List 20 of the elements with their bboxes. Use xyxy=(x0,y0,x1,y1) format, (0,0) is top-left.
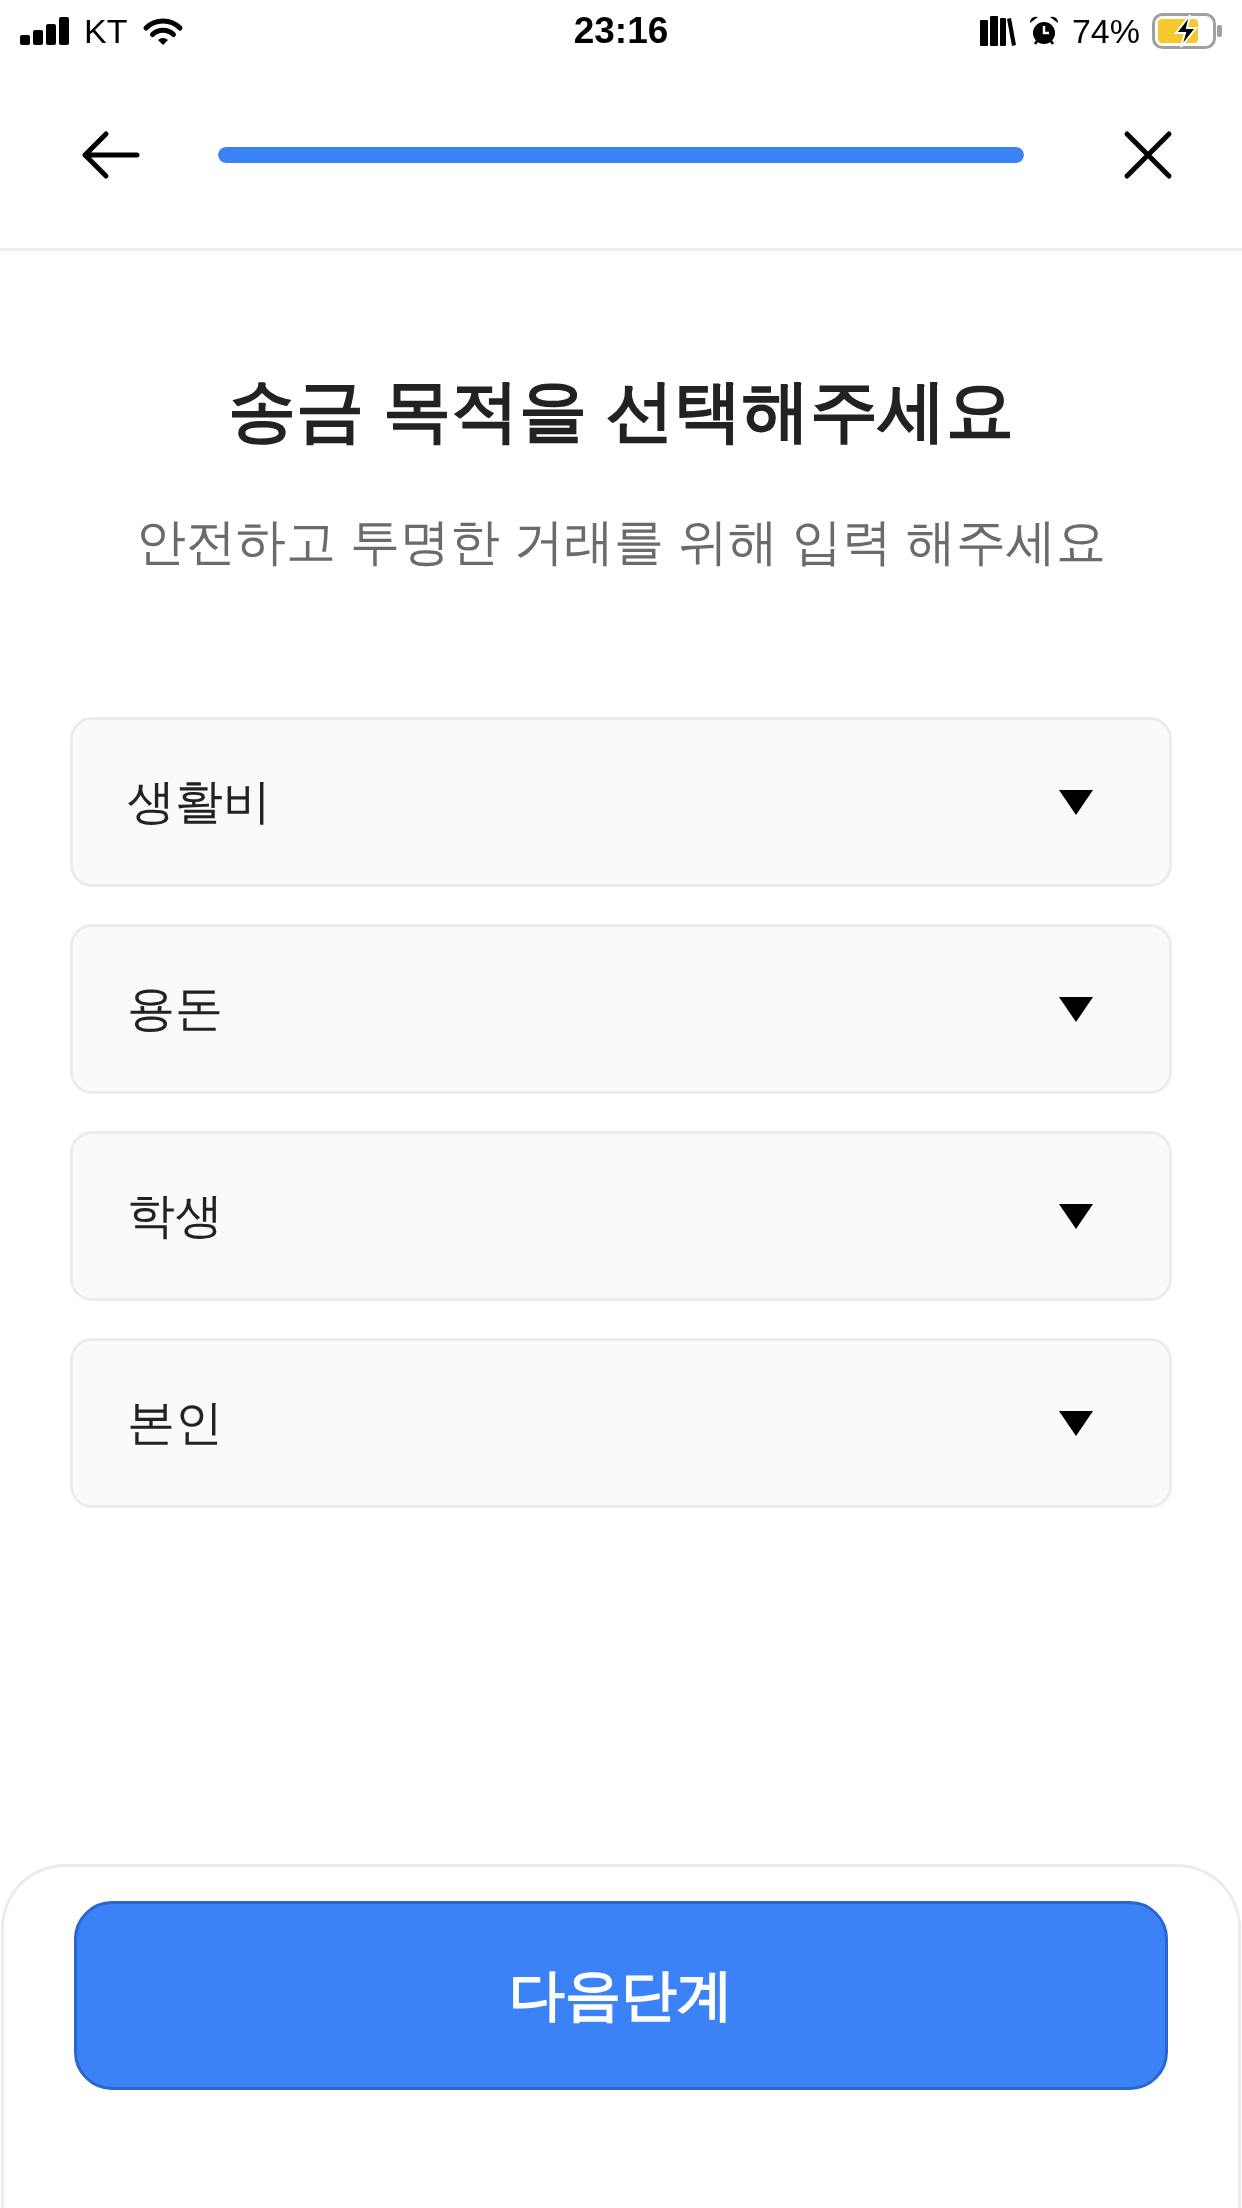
status-time: 23:16 xyxy=(573,10,669,52)
dropdown[interactable]: 생활비 xyxy=(70,717,1172,887)
caret-down-icon xyxy=(1059,1410,1093,1436)
caret-down-icon xyxy=(1059,789,1093,815)
alarm-clock-icon xyxy=(1027,15,1060,47)
caret-down-icon xyxy=(1059,996,1093,1022)
dropdown[interactable]: 용돈 xyxy=(70,924,1172,1094)
next-button[interactable]: 다음단계 xyxy=(74,1901,1168,2090)
dropdown[interactable]: 본인 xyxy=(70,1338,1172,1508)
signal-icon xyxy=(20,17,70,45)
back-arrow-icon[interactable] xyxy=(80,130,140,180)
dropdown[interactable]: 학생 xyxy=(70,1131,1172,1301)
books-icon xyxy=(979,16,1016,46)
close-icon[interactable] xyxy=(1123,130,1173,180)
battery-charging-icon xyxy=(1152,13,1222,49)
page-title: 송금 목적을 선택해주세요 xyxy=(228,371,1014,450)
battery-percent: 74% xyxy=(1071,11,1140,51)
carrier-name: KT xyxy=(84,11,128,51)
page-subtitle: 안전하고 투명한 거래를 위해 입력 해주세요 xyxy=(136,513,1106,572)
caret-down-icon xyxy=(1059,1203,1093,1229)
